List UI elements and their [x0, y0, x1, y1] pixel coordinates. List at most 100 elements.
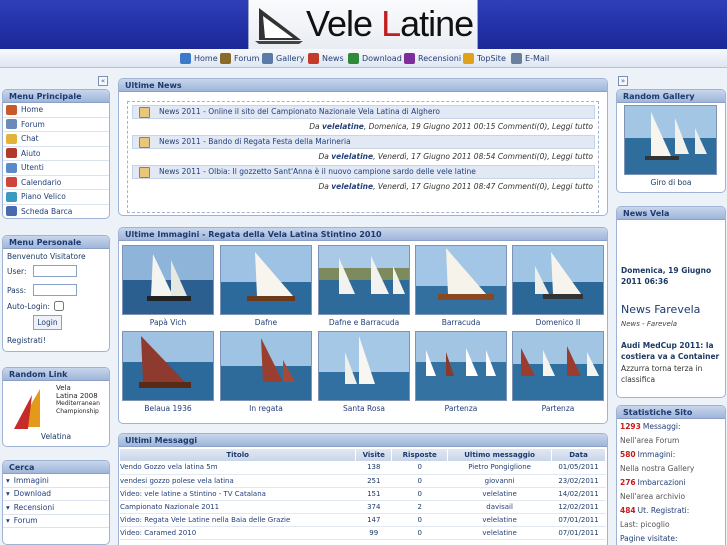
menu-item-forum[interactable]: Forum — [3, 118, 109, 132]
home-icon — [6, 104, 17, 115]
search-item-forum[interactable]: ▾ Forum — [3, 515, 109, 528]
nav-news[interactable]: News — [308, 52, 344, 65]
thumb-caption[interactable]: Dafne — [220, 318, 312, 327]
news-headline[interactable]: News 2011 - Bando di Regata Festa della … — [132, 135, 595, 149]
password-input[interactable] — [33, 284, 77, 296]
msg-title[interactable]: Campionato Nazionale 2011 — [120, 500, 356, 514]
msg-visits: 151 — [355, 487, 392, 501]
nav-home[interactable]: Home — [180, 52, 218, 65]
gallery-thumb[interactable] — [512, 331, 604, 401]
thumb-caption[interactable]: Dafne e Barracuda — [318, 318, 410, 327]
news-read-more-link[interactable]: Leggi tutto — [552, 152, 593, 161]
news-comments-link[interactable]: Commenti(0) — [498, 152, 547, 161]
msg-title[interactable]: Video: Regata Vele Latine nella Baia del… — [120, 513, 356, 527]
gallery-thumb[interactable] — [122, 331, 214, 401]
news-read-more-link[interactable]: Leggi tutto — [552, 122, 593, 131]
users-icon — [6, 162, 17, 173]
stat-immagini: 580 Immagini: — [617, 447, 725, 461]
menu-item-utenti[interactable]: Utenti — [3, 161, 109, 176]
msg-title[interactable]: Video: Caramed 2010 — [120, 526, 356, 540]
menu-item-calendario[interactable]: Calendario — [3, 176, 109, 190]
search-item-recensioni[interactable]: ▾ Recensioni — [3, 501, 109, 515]
nav-recensioni[interactable]: Recensioni — [404, 52, 461, 65]
col-visite[interactable]: Visite — [355, 449, 393, 461]
gallery-thumb[interactable] — [318, 245, 410, 315]
msg-last-user[interactable]: giovanni — [447, 474, 552, 488]
nav-forum[interactable]: Forum — [220, 52, 259, 65]
site-logo[interactable]: Vele Latine — [248, 0, 478, 49]
nav-download[interactable]: Download — [348, 52, 402, 65]
random-gallery-image[interactable] — [624, 105, 717, 175]
msg-last-user[interactable]: Pietro Pongiglione — [447, 461, 552, 475]
msg-last-user[interactable]: velelatine — [447, 526, 552, 540]
msg-title[interactable]: vendesi gozzo polese vela latina — [120, 474, 356, 488]
login-button[interactable]: Login — [33, 315, 62, 330]
msg-title[interactable]: Vendo Gozzo vela latina 5m — [120, 461, 356, 475]
autologin-checkbox[interactable] — [54, 301, 64, 311]
menu-item-scheda-barca[interactable]: Scheda Barca — [3, 205, 109, 219]
thumb-caption[interactable]: Barracuda — [415, 318, 507, 327]
news-author[interactable]: velelatine — [331, 152, 373, 161]
gallery-thumb[interactable] — [220, 331, 312, 401]
search-item-download[interactable]: ▾ Download — [3, 488, 109, 501]
thumb-caption[interactable]: Domenico II — [512, 318, 604, 327]
thumb-caption[interactable]: Belaua 1936 — [122, 404, 214, 413]
nav-email[interactable]: E-Mail — [511, 52, 549, 65]
gallery-thumb[interactable] — [318, 331, 410, 401]
menu-item-home[interactable]: Home — [3, 103, 109, 118]
username-input[interactable] — [33, 265, 77, 277]
site-title: Vele Latine — [306, 3, 474, 45]
news-read-more-link[interactable]: Leggi tutto — [552, 182, 593, 191]
msg-last-user[interactable]: velelatine — [447, 513, 552, 527]
msg-title[interactable]: Video: vele latine a Stintino - TV Catal… — [120, 487, 356, 501]
nav-label: Forum — [234, 54, 260, 63]
gallery-thumb[interactable] — [220, 245, 312, 315]
thumb-caption[interactable]: Partenza — [512, 404, 604, 413]
gallery-thumb[interactable] — [415, 245, 507, 315]
nav-topsite[interactable]: TopSite — [463, 52, 506, 65]
thumb-caption[interactable]: Santa Rosa — [318, 404, 410, 413]
email-icon — [511, 53, 522, 64]
welcome-text: Benvenuto Visitatore — [7, 252, 86, 261]
random-gallery-caption[interactable]: Giro di boa — [617, 178, 725, 187]
col-risposte[interactable]: Risposte — [391, 449, 449, 461]
menu-item-piano-velico[interactable]: Piano Velico — [3, 190, 109, 205]
news-comments-link[interactable]: Commenti(0) — [498, 182, 547, 191]
gallery-thumb[interactable] — [122, 245, 214, 315]
nav-gallery[interactable]: Gallery — [262, 52, 305, 65]
thumb-caption[interactable]: Partenza — [415, 404, 507, 413]
search-item-immagini[interactable]: ▾ Immagini — [3, 474, 109, 488]
collapse-left-button[interactable]: « — [98, 76, 108, 86]
random-link-caption[interactable]: Velatina — [3, 432, 109, 441]
nav-label: TopSite — [477, 54, 506, 63]
col-data[interactable]: Data — [551, 449, 606, 461]
news-vela-item-title[interactable]: Audi MedCup 2011: la costiera va a Conta… — [621, 340, 723, 362]
news-comments-link[interactable]: Commenti(0) — [498, 122, 547, 131]
random-link-banner[interactable]: Vela Latina 2008 Mediterranean Champions… — [6, 383, 106, 431]
msg-last-user[interactable]: davisail — [447, 500, 552, 514]
gallery-thumb[interactable] — [512, 245, 604, 315]
logo-line1: Vela — [56, 384, 71, 392]
news-headline[interactable]: News 2011 - Online il sito del Campionat… — [132, 105, 595, 119]
thumb-caption[interactable]: In regata — [220, 404, 312, 413]
msg-date: 01/05/2011 — [551, 461, 606, 475]
register-link[interactable]: Registrati! — [7, 336, 46, 345]
menu-item-aiuto[interactable]: Aiuto — [3, 147, 109, 161]
thumb-caption[interactable]: Papà Vich — [122, 318, 214, 327]
news-vela-source-title[interactable]: News Farevela — [621, 303, 700, 316]
menu-item-chat[interactable]: Chat — [3, 132, 109, 147]
msg-replies: 0 — [391, 513, 448, 527]
msg-last-user[interactable]: velelatine — [447, 487, 552, 501]
logo-line2: Latina 2008 — [56, 392, 98, 400]
news-headline[interactable]: News 2011 - Olbia: Il gozzetto Sant'Anna… — [132, 165, 595, 179]
panel-title: Statistiche Sito — [617, 406, 725, 419]
site-title-part1: Vele — [306, 3, 382, 44]
collapse-right-button[interactable]: » — [618, 76, 628, 86]
gallery-thumb[interactable] — [415, 331, 507, 401]
col-titolo[interactable]: Titolo — [120, 449, 357, 461]
col-ultimo-messaggio[interactable]: Ultimo messaggio — [447, 449, 553, 461]
autologin-label: Auto-Login: — [7, 302, 51, 311]
news-author[interactable]: velelatine — [322, 122, 364, 131]
msg-date: 07/01/2011 — [551, 526, 606, 540]
news-author[interactable]: velelatine — [331, 182, 373, 191]
